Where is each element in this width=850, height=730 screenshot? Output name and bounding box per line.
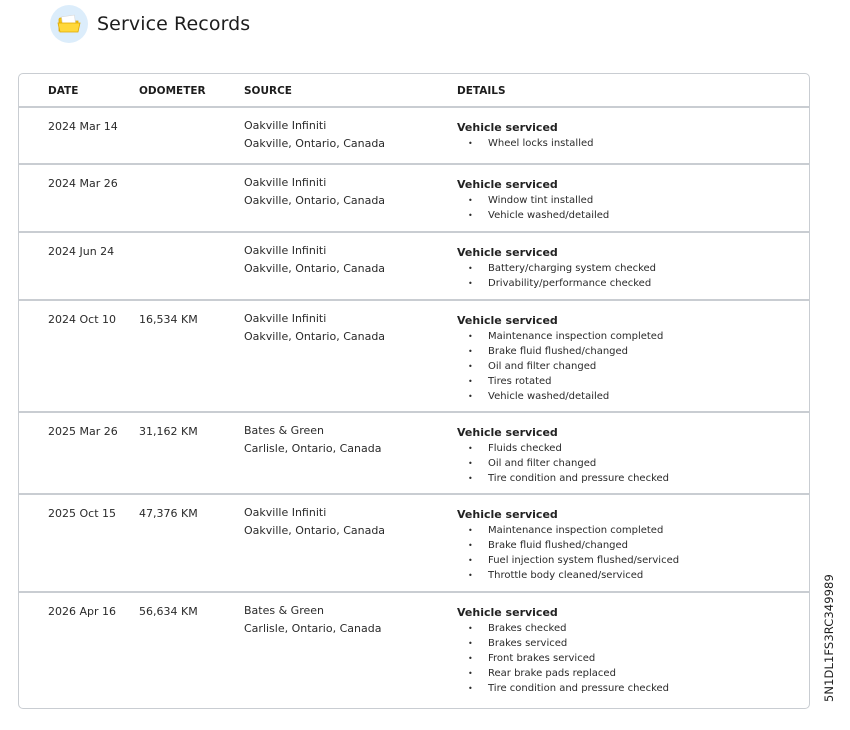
record-date: 2026 Apr 16 — [48, 605, 117, 618]
source-name: Bates & Green — [244, 604, 324, 617]
table-row: 2024 Jun 24 Oakville Infiniti Oakville, … — [19, 233, 809, 301]
source-location: Oakville, Ontario, Canada — [244, 262, 386, 275]
source-location: Oakville, Ontario, Canada — [244, 137, 386, 150]
service-item: Brake fluid flushed/changed — [457, 344, 663, 359]
record-details: Vehicle serviced Maintenance inspection … — [457, 313, 663, 404]
record-date: 2024 Mar 14 — [48, 120, 118, 133]
details-title: Vehicle serviced — [457, 426, 558, 439]
table-row: 2026 Apr 16 56,634 KM Bates & Green Carl… — [19, 593, 809, 708]
service-item: Battery/charging system checked — [457, 261, 656, 276]
source-location: Oakville, Ontario, Canada — [244, 194, 386, 207]
record-details: Vehicle serviced Maintenance inspection … — [457, 507, 679, 583]
record-source: Oakville Infiniti Oakville, Ontario, Can… — [244, 504, 385, 540]
service-item-list: Maintenance inspection completed Brake f… — [457, 523, 679, 583]
record-details: Vehicle serviced Brakes checked Brakes s… — [457, 605, 669, 696]
service-item: Brakes checked — [457, 621, 669, 636]
source-location: Oakville, Ontario, Canada — [244, 524, 386, 537]
record-odometer: 56,634 KM — [139, 605, 198, 618]
source-name: Bates & Green — [244, 424, 324, 437]
source-location: Carlisle, Ontario, Canada — [244, 442, 382, 455]
record-source: Oakville Infiniti Oakville, Ontario, Can… — [244, 117, 385, 153]
record-odometer: 47,376 KM — [139, 507, 198, 520]
service-item: Oil and filter changed — [457, 456, 669, 471]
column-header-source: SOURCE — [244, 85, 292, 97]
table-row: 2024 Oct 10 16,534 KM Oakville Infiniti … — [19, 301, 809, 413]
service-item-list: Maintenance inspection completed Brake f… — [457, 329, 663, 404]
record-date: 2025 Oct 15 — [48, 507, 117, 520]
service-item-list: Window tint installed Vehicle washed/det… — [457, 193, 609, 223]
record-details: Vehicle serviced Battery/charging system… — [457, 245, 656, 291]
service-records-table: DATE ODOMETER SOURCE DETAILS 2024 Mar 14… — [18, 73, 810, 709]
page-title: Service Records — [97, 13, 251, 35]
page-header: Service Records — [50, 4, 250, 44]
service-item: Rear brake pads replaced — [457, 666, 669, 681]
service-item: Tires rotated — [457, 374, 663, 389]
details-title: Vehicle serviced — [457, 178, 558, 191]
service-item: Tire condition and pressure checked — [457, 681, 669, 696]
service-item: Fluids checked — [457, 441, 669, 456]
service-item: Oil and filter changed — [457, 359, 663, 374]
table-row: 2025 Oct 15 47,376 KM Oakville Infiniti … — [19, 495, 809, 593]
details-title: Vehicle serviced — [457, 606, 558, 619]
details-title: Vehicle serviced — [457, 314, 558, 327]
service-item: Front brakes serviced — [457, 651, 669, 666]
service-item: Drivability/performance checked — [457, 276, 656, 291]
record-source: Oakville Infiniti Oakville, Ontario, Can… — [244, 310, 385, 346]
table-header: DATE ODOMETER SOURCE DETAILS — [19, 74, 809, 108]
table-row: 2024 Mar 14 Oakville Infiniti Oakville, … — [19, 108, 809, 165]
source-name: Oakville Infiniti — [244, 312, 327, 325]
service-item-list: Fluids checked Oil and filter changed Ti… — [457, 441, 669, 486]
service-item: Vehicle washed/detailed — [457, 208, 609, 223]
service-item-list: Wheel locks installed — [457, 136, 594, 151]
column-header-details: DETAILS — [457, 85, 506, 97]
source-name: Oakville Infiniti — [244, 176, 327, 189]
service-item: Tire condition and pressure checked — [457, 471, 669, 486]
record-source: Oakville Infiniti Oakville, Ontario, Can… — [244, 242, 385, 278]
record-odometer: 31,162 KM — [139, 425, 198, 438]
service-item: Fuel injection system flushed/serviced — [457, 553, 679, 568]
record-details: Vehicle serviced Window tint installed V… — [457, 177, 609, 223]
source-name: Oakville Infiniti — [244, 506, 327, 519]
source-name: Oakville Infiniti — [244, 244, 327, 257]
details-title: Vehicle serviced — [457, 121, 558, 134]
service-item: Brake fluid flushed/changed — [457, 538, 679, 553]
details-title: Vehicle serviced — [457, 246, 558, 259]
record-details: Vehicle serviced Fluids checked Oil and … — [457, 425, 669, 486]
column-header-date: DATE — [48, 85, 79, 97]
vin-number: 5N1DL1FS3RC349989 — [822, 574, 836, 702]
service-item-list: Brakes checked Brakes serviced Front bra… — [457, 621, 669, 696]
record-date: 2024 Mar 26 — [48, 177, 118, 190]
service-item: Wheel locks installed — [457, 136, 594, 151]
record-source: Oakville Infiniti Oakville, Ontario, Can… — [244, 174, 385, 210]
record-date: 2024 Jun 24 — [48, 245, 115, 258]
record-details: Vehicle serviced Wheel locks installed — [457, 120, 594, 151]
service-item-list: Battery/charging system checked Drivabil… — [457, 261, 656, 291]
source-location: Carlisle, Ontario, Canada — [244, 622, 382, 635]
service-item: Brakes serviced — [457, 636, 669, 651]
record-source: Bates & Green Carlisle, Ontario, Canada — [244, 602, 381, 638]
service-item: Vehicle washed/detailed — [457, 389, 663, 404]
service-item: Window tint installed — [457, 193, 609, 208]
record-source: Bates & Green Carlisle, Ontario, Canada — [244, 422, 381, 458]
column-header-odometer: ODOMETER — [139, 85, 206, 97]
service-item: Throttle body cleaned/serviced — [457, 568, 679, 583]
service-item: Maintenance inspection completed — [457, 329, 663, 344]
source-location: Oakville, Ontario, Canada — [244, 330, 386, 343]
folder-icon — [50, 5, 88, 43]
table-row: 2025 Mar 26 31,162 KM Bates & Green Carl… — [19, 413, 809, 495]
source-name: Oakville Infiniti — [244, 119, 327, 132]
details-title: Vehicle serviced — [457, 508, 558, 521]
record-odometer: 16,534 KM — [139, 313, 198, 326]
table-row: 2024 Mar 26 Oakville Infiniti Oakville, … — [19, 165, 809, 233]
record-date: 2025 Mar 26 — [48, 425, 118, 438]
record-date: 2024 Oct 10 — [48, 313, 117, 326]
service-item: Maintenance inspection completed — [457, 523, 679, 538]
